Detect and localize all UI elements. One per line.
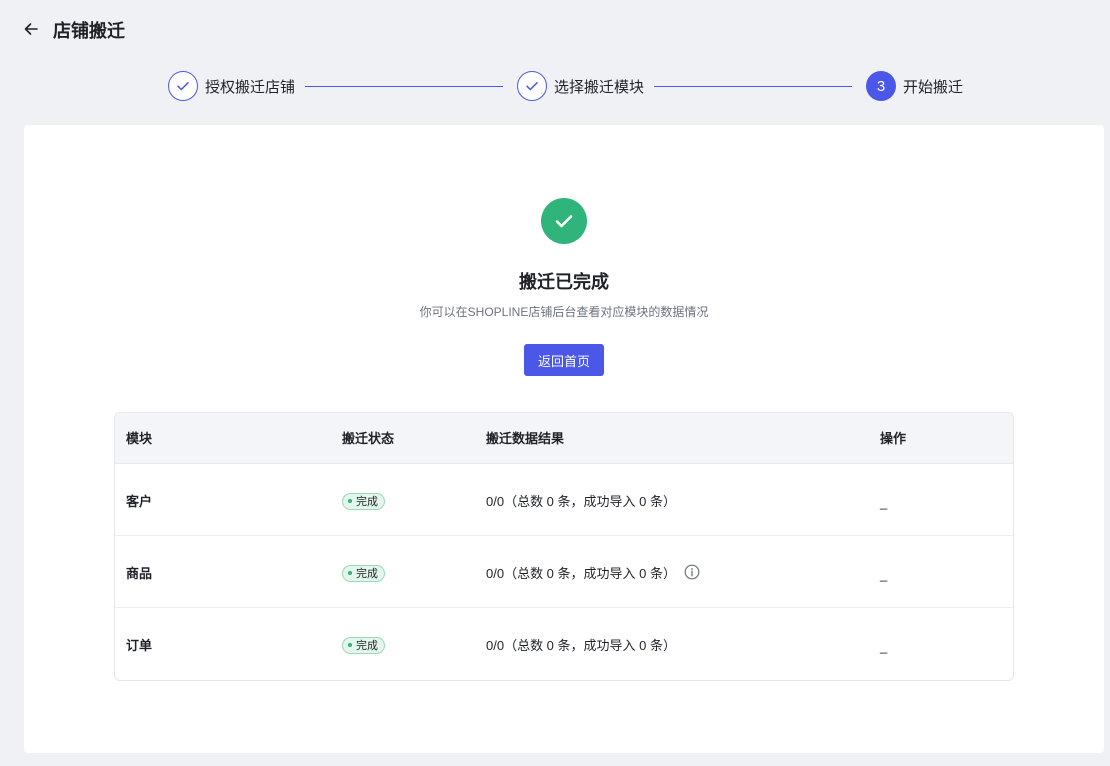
step-label: 授权搬迁店铺 [205, 78, 296, 96]
action-placeholder: _ [880, 494, 888, 510]
result-title: 搬迁已完成 [519, 272, 609, 292]
status-dot [348, 571, 352, 575]
module-cell: 订单 [126, 637, 153, 653]
success-check-icon [541, 198, 587, 244]
column-header-status: 搬迁状态 [342, 431, 395, 446]
result-card: 搬迁已完成 你可以在SHOPLINE店铺后台查看对应模块的数据情况 返回首页 模… [24, 125, 1104, 753]
table-row: 订单 完成 0/0（总数 0 条，成功导入 0 条） _ [115, 608, 1013, 680]
column-header-actions: 操作 [880, 431, 907, 446]
module-cell: 商品 [126, 565, 153, 581]
status-badge: 完成 [342, 636, 385, 654]
actions-cell: _ [880, 608, 887, 680]
actions-cell: _ [880, 464, 887, 536]
result-cell: 0/0（总数 0 条，成功导入 0 条） [486, 536, 700, 608]
check-icon [168, 71, 198, 101]
status-dot [348, 643, 352, 647]
table-header: 模块 搬迁状态 搬迁数据结果 操作 [115, 413, 1013, 464]
action-placeholder: _ [880, 566, 888, 582]
page-header: 店铺搬迁 [0, 0, 1110, 62]
steps-progress: 授权搬迁店铺 选择搬迁模块 3 开始搬迁 [168, 71, 968, 103]
result-text: 0/0（总数 0 条，成功导入 0 条） [486, 493, 676, 509]
step-connector [305, 86, 503, 87]
status-cell: 完成 [342, 608, 385, 680]
column-header-module: 模块 [126, 431, 153, 446]
step-label: 开始搬迁 [903, 78, 964, 96]
step-select-modules: 选择搬迁模块 [517, 71, 644, 101]
result-cell: 0/0（总数 0 条，成功导入 0 条） [486, 608, 676, 680]
result-description: 你可以在SHOPLINE店铺后台查看对应模块的数据情况 [419, 305, 709, 319]
status-badge: 完成 [342, 564, 385, 582]
status-text: 完成 [356, 496, 378, 508]
status-text: 完成 [356, 568, 378, 580]
step-label: 选择搬迁模块 [554, 78, 645, 96]
actions-cell: _ [880, 536, 887, 608]
status-text: 完成 [356, 640, 378, 652]
result-text: 0/0（总数 0 条，成功导入 0 条） [486, 637, 676, 653]
result-cell: 0/0（总数 0 条，成功导入 0 条） [486, 464, 676, 536]
status-cell: 完成 [342, 536, 385, 608]
action-placeholder: _ [880, 638, 888, 654]
step-authorize: 授权搬迁店铺 [168, 71, 295, 101]
arrow-left-icon [23, 21, 39, 42]
step-start-migration: 3 开始搬迁 [866, 71, 963, 101]
check-icon [517, 71, 547, 101]
status-cell: 完成 [342, 464, 385, 536]
page-title: 店铺搬迁 [53, 21, 125, 41]
table-row: 客户 完成 0/0（总数 0 条，成功导入 0 条） _ [115, 464, 1013, 536]
back-button[interactable] [22, 22, 40, 40]
step-connector [654, 86, 852, 87]
status-dot [348, 499, 352, 503]
result-text: 0/0（总数 0 条，成功导入 0 条） [486, 565, 676, 581]
step-number: 3 [866, 71, 896, 101]
column-header-result: 搬迁数据结果 [486, 431, 565, 446]
info-icon[interactable] [684, 564, 700, 580]
status-badge: 完成 [342, 492, 385, 510]
module-cell: 客户 [126, 493, 153, 509]
table-row: 商品 完成 0/0（总数 0 条，成功导入 0 条） _ [115, 536, 1013, 608]
return-home-button[interactable]: 返回首页 [524, 344, 604, 376]
migration-table: 模块 搬迁状态 搬迁数据结果 操作 客户 完成 0/0（总数 0 条，成功导入 … [114, 412, 1014, 681]
